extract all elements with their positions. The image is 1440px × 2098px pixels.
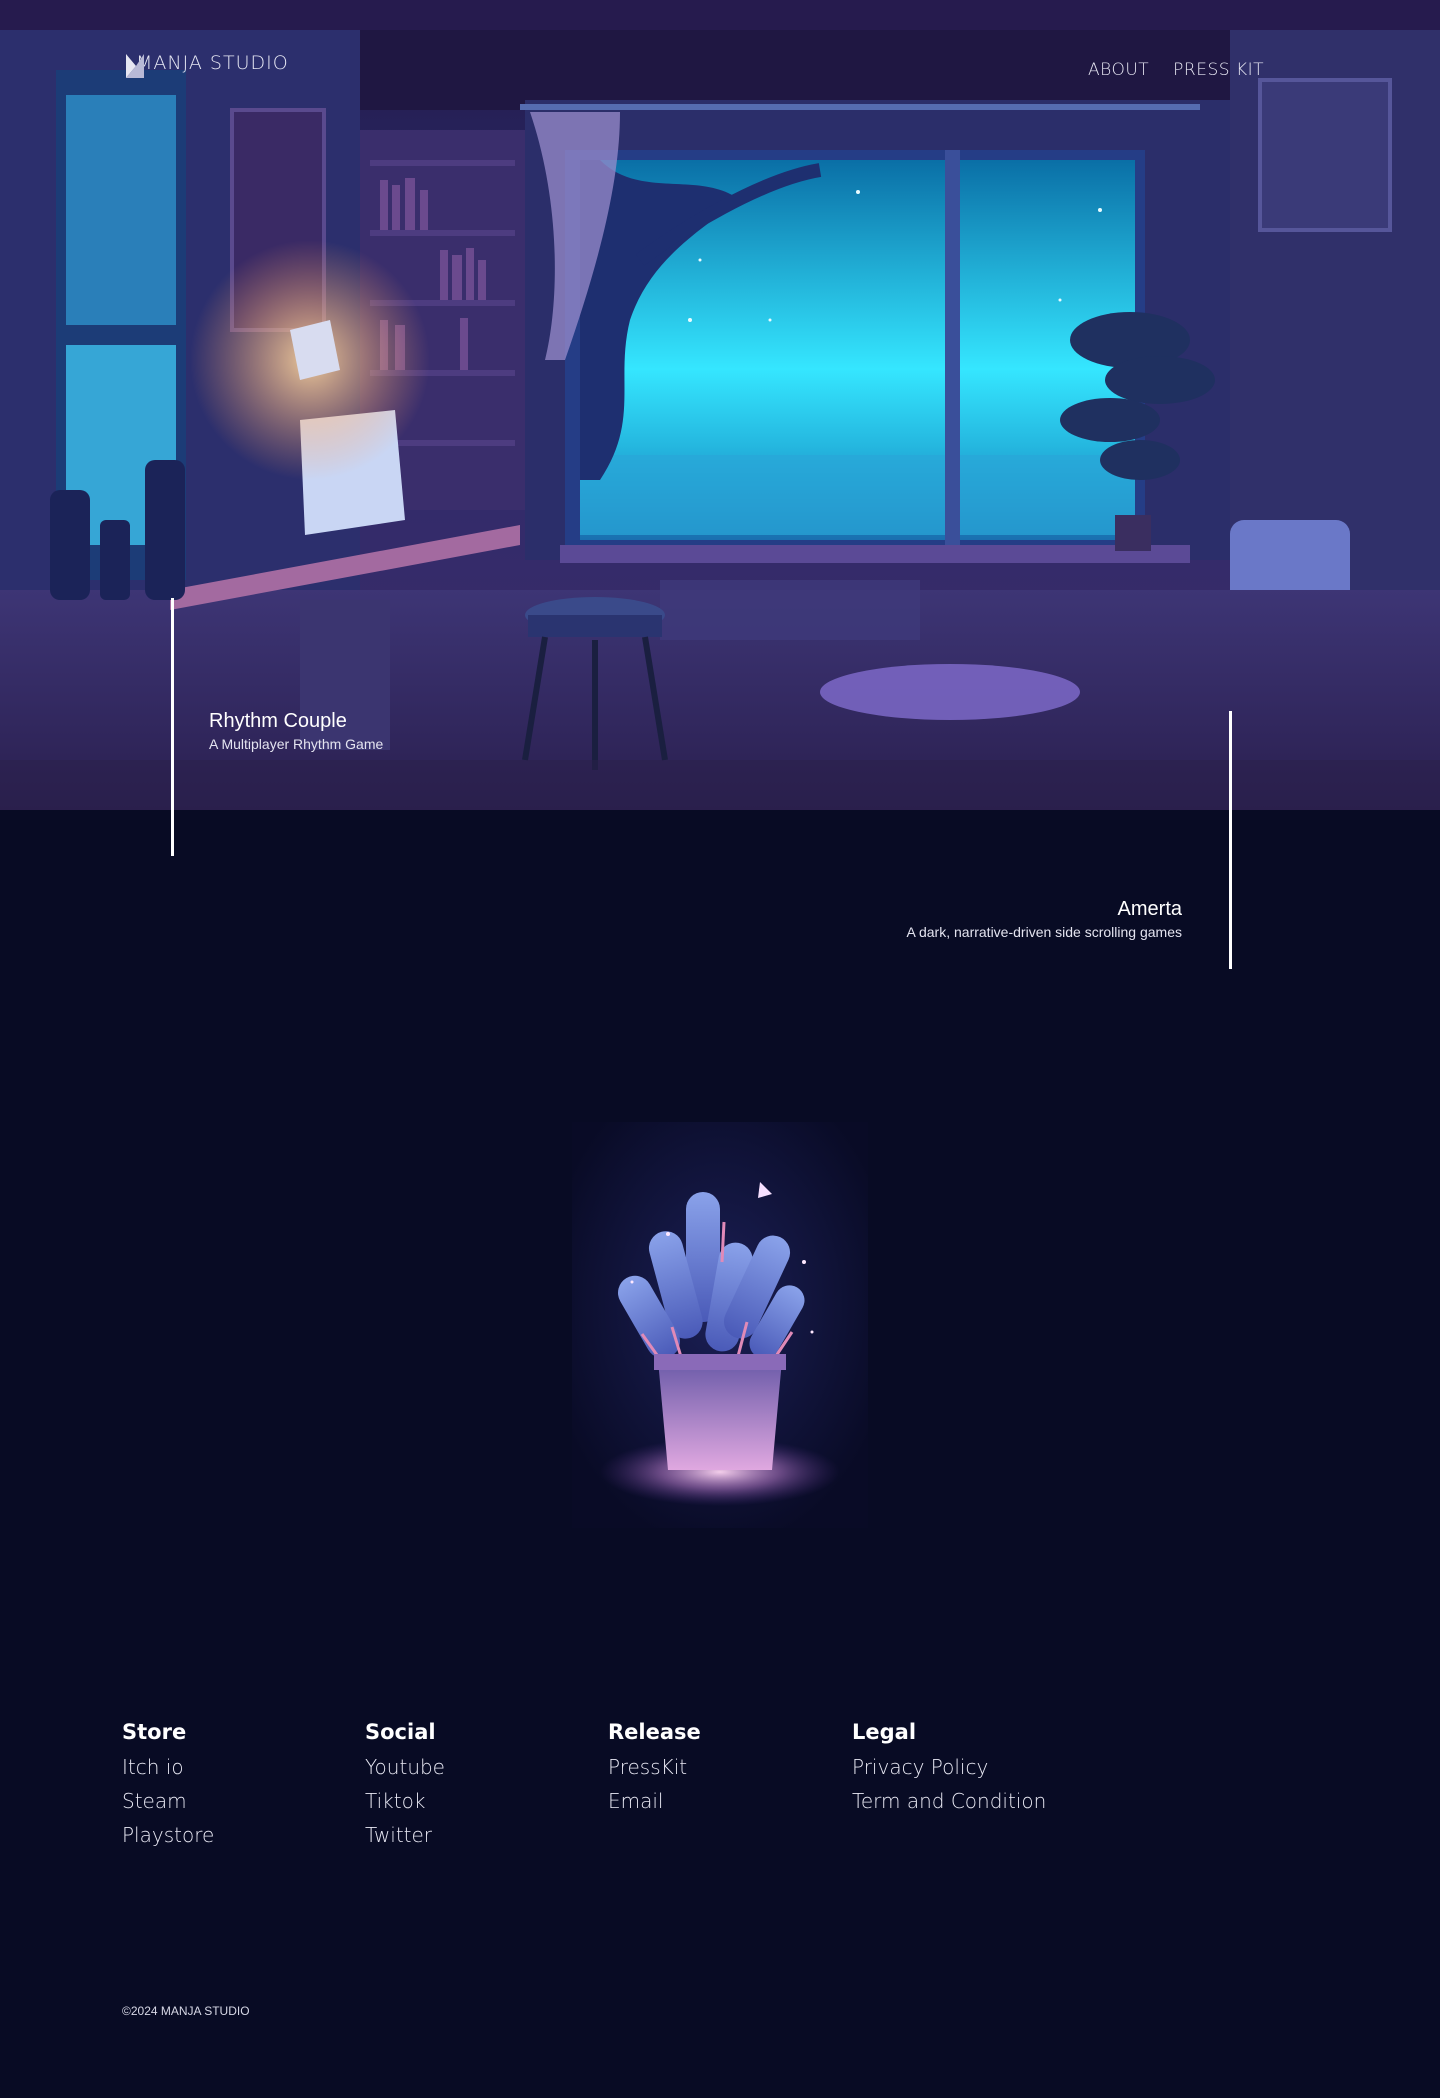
manja-logo-icon: [126, 54, 144, 78]
footer-column-legal: Legal Privacy Policy Term and Condition: [852, 1720, 1046, 1820]
nav-link-press-kit[interactable]: PRESS KIT: [1173, 60, 1264, 80]
footer-link-twitter[interactable]: Twitter: [365, 1820, 445, 1854]
glowing-plant-illustration: [572, 1122, 868, 1528]
footer-link-steam[interactable]: Steam: [122, 1786, 214, 1820]
game-subtitle-rhythm-couple: A Multiplayer Rhythm Game: [209, 736, 384, 752]
brand-logo[interactable]: MANJA STUDIO: [124, 52, 289, 78]
nav-link-about[interactable]: ABOUT: [1088, 60, 1149, 80]
footer-heading-store: Store: [122, 1720, 187, 1744]
footer-link-privacy-policy[interactable]: Privacy Policy: [852, 1752, 1046, 1786]
hero-banner: MANJA STUDIO ABOUT PRESS KIT: [0, 0, 1440, 810]
footer-link-playstore[interactable]: Playstore: [122, 1820, 214, 1854]
footer-link-youtube[interactable]: Youtube: [365, 1752, 445, 1786]
footer-link-presskit[interactable]: PressKit: [608, 1752, 701, 1786]
footer-column-release: Release PressKit Email: [608, 1720, 701, 1820]
footer-heading-social: Social: [365, 1720, 436, 1744]
footer-heading-legal: Legal: [852, 1720, 917, 1744]
footer-heading-release: Release: [608, 1720, 701, 1744]
footer-link-term-and-condition[interactable]: Term and Condition: [852, 1786, 1046, 1820]
footer-link-email[interactable]: Email: [608, 1786, 701, 1820]
footer-copyright: ©2024 MANJA STUDIO: [122, 2004, 250, 2018]
footer-column-store: Store Itch io Steam Playstore: [122, 1720, 214, 1854]
footer-link-itch-io[interactable]: Itch io: [122, 1752, 214, 1786]
game-subtitle-amerta: A dark, narrative-driven side scrolling …: [906, 924, 1182, 940]
game-title-amerta[interactable]: Amerta: [1118, 898, 1182, 921]
game-divider-line-left: [171, 598, 174, 856]
brand-name: MANJA STUDIO: [136, 52, 289, 74]
top-nav: MANJA STUDIO ABOUT PRESS KIT: [0, 0, 1440, 140]
game-divider-line-right: [1229, 711, 1232, 969]
footer-column-social: Social Youtube Tiktok Twitter: [365, 1720, 445, 1854]
footer-link-tiktok[interactable]: Tiktok: [365, 1786, 445, 1820]
game-title-rhythm-couple[interactable]: Rhythm Couple: [209, 710, 347, 733]
nav-links: ABOUT PRESS KIT: [1088, 60, 1264, 80]
